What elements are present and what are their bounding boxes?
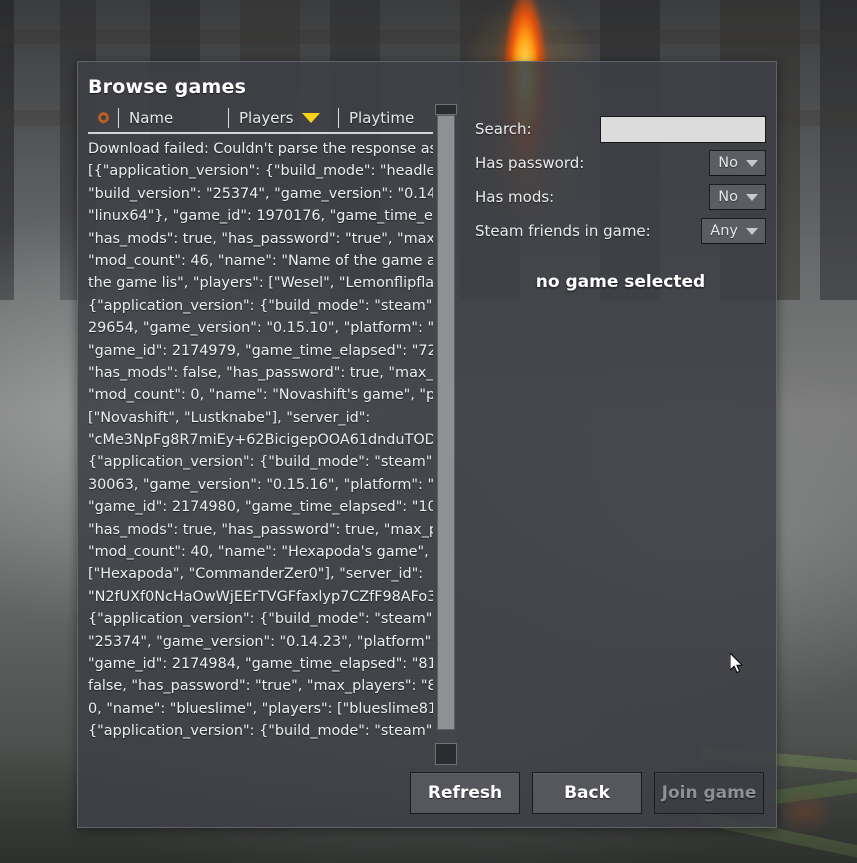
list-item: "game_id": 2174984, "game_time_elapsed":… — [88, 655, 433, 672]
scrollbar-thumb[interactable] — [437, 115, 455, 731]
list-item: "has_mods": true, "has_password": true, … — [88, 521, 433, 538]
has-mods-row: Has mods: No — [475, 180, 766, 214]
search-label: Search: — [475, 120, 532, 138]
refresh-button[interactable]: Refresh — [410, 772, 520, 814]
scroll-up-button[interactable] — [435, 104, 457, 115]
has-mods-dropdown[interactable]: No — [709, 184, 766, 210]
scrollbar-track[interactable] — [437, 115, 455, 743]
list-item: "linux64"}, "game_id": 1970176, "game_ti… — [88, 208, 433, 225]
steam-friends-label: Steam friends in game: — [475, 222, 651, 240]
list-item: {"application_version": {"build_mode": "… — [88, 723, 433, 740]
has-mods-label: Has mods: — [475, 188, 555, 206]
sort-descending-icon — [301, 113, 320, 123]
list-item: "mod_count": 40, "name": "Hexapoda's gam… — [88, 544, 429, 561]
search-row: Search: — [475, 112, 766, 146]
back-button[interactable]: Back — [532, 772, 642, 814]
list-item: [{"application_version": {"build_mode": … — [88, 163, 433, 180]
no-game-selected-message: no game selected — [535, 272, 706, 292]
has-password-label: Has password: — [475, 154, 585, 172]
steam-friends-dropdown[interactable]: Any — [701, 218, 766, 244]
list-item: "mod_count": 0, "name": "Novashift's gam… — [88, 387, 433, 404]
steam-friends-value: Any — [710, 223, 738, 239]
has-mods-value: No — [718, 189, 738, 205]
list-item: the game lis", "players": ["Wesel", "Lem… — [88, 275, 433, 292]
list-item: "cMe3NpFg8R7miEy+62BicigepOOA61dnduTOD9j… — [88, 432, 433, 449]
column-header-playtime[interactable]: Playtime — [339, 109, 448, 127]
chevron-down-icon — [746, 159, 758, 167]
has-password-dropdown[interactable]: No — [709, 150, 766, 176]
join-game-button[interactable]: Join game — [654, 772, 764, 814]
list-item: {"application_version": {"build_mode": "… — [88, 297, 433, 314]
games-list-scrollbar[interactable] — [435, 104, 457, 765]
list-item: {"application_version": {"build_mode": "… — [88, 454, 433, 471]
column-header-name-label: Name — [129, 109, 174, 127]
column-header-name[interactable]: Name — [119, 109, 228, 127]
table-header-row: Name Players Playtime — [88, 104, 433, 134]
steam-friends-row: Steam friends in game: Any — [475, 214, 766, 248]
column-header-playtime-label: Playtime — [349, 109, 415, 127]
list-item: "build_version": "25374", "game_version"… — [88, 185, 433, 202]
dialog-body: Name Players Playtime Download failed: C… — [78, 104, 776, 765]
page-title: Browse games — [88, 76, 247, 98]
list-item: "game_id": 2174979, "game_time_elapsed":… — [88, 342, 433, 359]
list-item: ["Novashift", "Lustknabe"], "server_id": — [88, 409, 371, 426]
column-settings-button[interactable] — [88, 110, 118, 127]
list-item: "25374", "game_version": "0.14.23", "pla… — [88, 633, 433, 650]
chevron-down-icon — [746, 193, 758, 201]
chevron-down-icon — [746, 227, 758, 235]
list-item: 29654, "game_version": "0.15.10", "platf… — [88, 320, 433, 337]
list-item: "has_mods": true, "has_password": "true"… — [88, 230, 433, 247]
list-item: "has_mods": false, "has_password": true,… — [88, 364, 433, 381]
has-password-value: No — [718, 155, 738, 171]
list-item: Download failed: Couldn't parse the resp… — [88, 141, 433, 157]
search-input[interactable] — [600, 115, 766, 143]
list-item: {"application_version": {"build_mode": "… — [88, 611, 433, 628]
has-password-row: Has password: No — [475, 146, 766, 180]
column-header-players-label: Players — [239, 109, 294, 127]
list-item: false, "has_password": "true", "max_play… — [88, 678, 433, 695]
column-header-players[interactable]: Players — [229, 109, 338, 127]
browse-games-dialog: Browse games Name Players Playtime Downl… — [77, 61, 777, 828]
list-item: 30063, "game_version": "0.15.16", "platf… — [88, 476, 433, 493]
dialog-footer: Refresh Back Join game — [78, 765, 776, 827]
scroll-down-button[interactable] — [435, 743, 457, 765]
gear-icon — [96, 110, 110, 124]
error-json-text: Download failed: Couldn't parse the resp… — [88, 138, 433, 743]
list-item: "mod_count": 46, "name": "Name of the ga… — [88, 252, 433, 269]
filters-panel: Search: Has password: No Has mods: No St… — [457, 104, 766, 765]
search-control — [600, 115, 766, 143]
list-item: ["Hexapoda", "CommanderZer0"], "server_i… — [88, 566, 424, 583]
games-list-body[interactable]: Download failed: Couldn't parse the resp… — [88, 134, 433, 765]
list-item: "N2fUXf0NcHaOwWjEErTVGFfaxlyp7CZfF98AFo3… — [88, 588, 433, 605]
list-item: "game_id": 2174980, "game_time_elapsed":… — [88, 499, 433, 516]
games-list-column: Name Players Playtime Download failed: C… — [88, 104, 433, 765]
list-item: 0, "name": "blueslime", "players": ["blu… — [88, 700, 433, 717]
